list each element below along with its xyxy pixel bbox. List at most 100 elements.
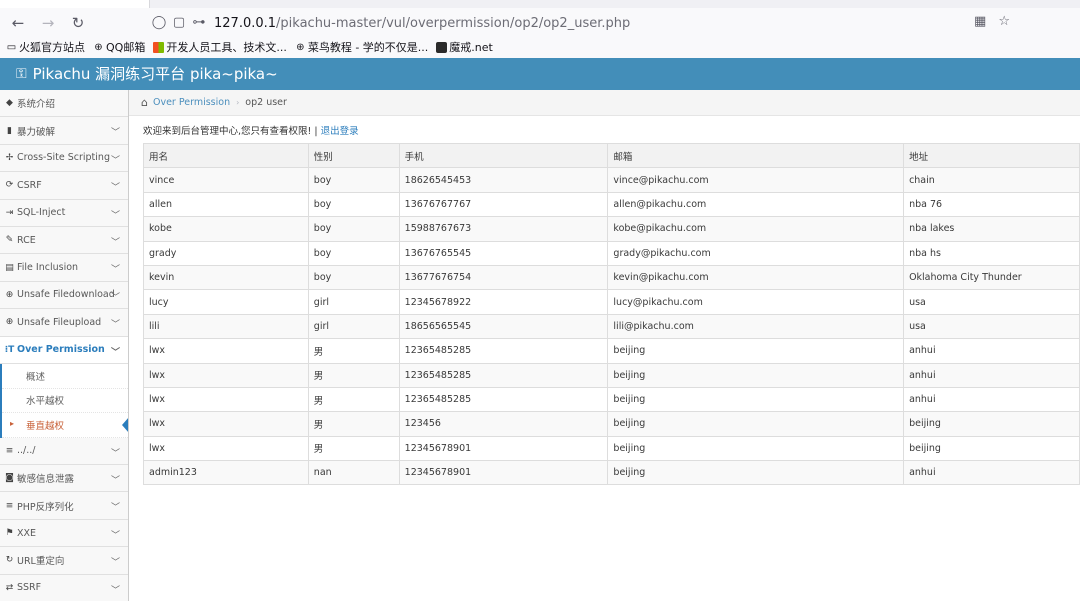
url-text[interactable]: 127.0.0.1/pikachu-master/vul/overpermiss… xyxy=(214,16,630,31)
chevron-down-icon[interactable]: ﹀ xyxy=(111,180,120,193)
table-cell: lucy@pikachu.com xyxy=(607,289,905,315)
sidebar-item[interactable]: ⇄ SSRF ﹀ xyxy=(0,574,128,601)
table-cell: Oklahoma City Thunder xyxy=(903,264,1080,291)
sidebar-item[interactable]: ≡ ../../ ﹀ xyxy=(0,437,128,466)
table-cell: anhui xyxy=(903,386,1080,413)
nav-buttons: ← → ↻ xyxy=(8,12,88,34)
sidebar-item[interactable]: ⟳ CSRF ﹀ xyxy=(0,172,128,200)
chevron-down-icon[interactable]: ﹀ xyxy=(111,125,120,138)
sidebar-item[interactable]: ≡ PHP反序列化 ﹀ xyxy=(0,492,128,520)
sidebar-item-label: PHP反序列化 xyxy=(17,501,74,513)
sidebar-item[interactable]: ↻ URL重定向 ﹀ xyxy=(0,547,128,575)
bookmark-item[interactable]: ▭ 火狐官方站点 xyxy=(6,39,85,55)
sidebar-item-icon: ▤ xyxy=(5,262,14,273)
table-cell: beijing xyxy=(607,460,905,486)
sidebar-item-label: Over Permission xyxy=(17,344,105,356)
sidebar-item[interactable]: ▤ File Inclusion ﹀ xyxy=(0,254,128,282)
sidebar-item-label: Unsafe Fileupload xyxy=(17,316,102,328)
table-body: vince boy 18626545453 vince@pikachu.com chai… xyxy=(143,167,1080,486)
table-cell: 15988767673 xyxy=(398,216,609,242)
table-cell: lwx xyxy=(143,435,309,462)
chevron-down-icon[interactable]: ﹀ xyxy=(111,446,120,459)
grid-icon xyxy=(153,41,165,53)
table-cell: nba hs xyxy=(903,240,1080,266)
table-cell: usa xyxy=(903,313,1080,340)
back-arrow-icon[interactable]: ← xyxy=(8,13,28,33)
sidebar-item[interactable]: ◙ 敏感信息泄露 ﹀ xyxy=(0,465,128,493)
key-icon: ⚿ xyxy=(16,66,27,82)
table-cell: lwx xyxy=(143,411,309,437)
submenu-item[interactable]: 概述 xyxy=(2,363,128,389)
breadcrumb-link[interactable]: Over Permission xyxy=(153,97,230,108)
url-path: /pikachu-master/vul/overpermission/op2/o… xyxy=(276,15,631,31)
sidebar-item-icon: ≡ xyxy=(5,445,14,456)
table-row: lwx 男 123456 beijing beijing xyxy=(143,411,1080,437)
sidebar-item[interactable]: ◆ 系统介绍 xyxy=(0,90,128,118)
chevron-down-icon[interactable]: ﹀ xyxy=(111,262,120,275)
chevron-down-icon[interactable]: ﹀ xyxy=(111,345,120,358)
table-cell: beijing xyxy=(607,386,905,413)
bookmark-item[interactable]: 魔戒.net xyxy=(436,39,493,55)
table-row: lucy girl 12345678922 lucy@pikachu.com usa xyxy=(143,289,1080,315)
table-cell: lili@pikachu.com xyxy=(607,313,905,340)
sidebar-item-label: 系统介绍 xyxy=(17,99,56,111)
sidebar-item-label: Unsafe Filedownload xyxy=(17,289,115,301)
sidebar-item[interactable]: ⊕ Unsafe Fileupload ﹀ xyxy=(0,309,128,337)
welcome-text: 欢迎来到后台管理中心,您只有查看权限! | xyxy=(143,126,321,137)
table-cell: lwx xyxy=(143,338,309,364)
table-cell: 12365485285 xyxy=(398,338,609,364)
submenu-item[interactable]: 垂直越权 xyxy=(2,413,128,438)
bookmark-item[interactable]: 开发人员工具、技术文... xyxy=(153,39,287,55)
shield-icon[interactable]: ◯ xyxy=(150,14,168,32)
chevron-down-icon[interactable]: ﹀ xyxy=(111,500,120,513)
chevron-down-icon[interactable]: ﹀ xyxy=(111,555,120,568)
submenu-item[interactable]: 水平越权 xyxy=(2,388,128,414)
page-icon[interactable]: ▢ xyxy=(170,14,188,32)
app-title-text: Pikachu 漏洞练习平台 pika~pika~ xyxy=(32,65,278,83)
table-row: lwx 男 12365485285 beijing anhui xyxy=(143,338,1080,364)
sidebar-item-label: RCE xyxy=(17,234,36,246)
bookmark-label: QQ邮箱 xyxy=(106,41,146,54)
address-bar-actions: ▦ ☆ xyxy=(974,14,1010,29)
sidebar-item-label: 暴力破解 xyxy=(17,126,56,138)
bookmarks-bar: ▭ 火狐官方站点 ⊕ QQ邮箱 开发人员工具、技术文... ⊕ 菜鸟教程 - 学的不仅… xyxy=(6,38,493,56)
sidebar-item[interactable]: ⊕ Unsafe Filedownload ﹀ xyxy=(0,281,128,310)
app-title[interactable]: ⚿ Pikachu 漏洞练习平台 pika~pika~ xyxy=(16,63,278,85)
address-bar[interactable]: ◯ ▢ ⊶ 127.0.0.1/pikachu-master/vul/overp… xyxy=(150,11,1010,35)
active-tab[interactable] xyxy=(0,0,150,8)
chevron-down-icon[interactable]: ﹀ xyxy=(111,235,120,248)
users-table: 用名 性别 手机 邮箱 地址 vince boy 18626545453 vince@pika… xyxy=(143,142,1080,486)
bookmark-star-icon[interactable]: ☆ xyxy=(998,14,1010,29)
chevron-down-icon[interactable]: ﹀ xyxy=(111,473,120,486)
sidebar-item-icon: ⚑ xyxy=(5,528,14,539)
table-row: grady boy 13676765545 grady@pikachu.com nba … xyxy=(143,240,1080,266)
chevron-down-icon[interactable]: ﹀ xyxy=(111,290,120,303)
logout-link[interactable]: 退出登录 xyxy=(321,126,359,137)
table-cell: anhui xyxy=(903,338,1080,364)
sidebar-item[interactable]: ✢ Cross-Site Scripting ﹀ xyxy=(0,144,128,173)
sidebar-item[interactable]: ⁝T Over Permission ﹀ xyxy=(0,336,128,364)
sidebar-item[interactable]: ▮ 暴力破解 ﹀ xyxy=(0,117,128,145)
chevron-down-icon[interactable]: ﹀ xyxy=(111,528,120,541)
bookmark-item[interactable]: ⊕ QQ邮箱 xyxy=(93,39,145,55)
sidebar-item-label: ../../ xyxy=(17,445,36,457)
sidebar-item[interactable]: ⇥ SQL-Inject ﹀ xyxy=(0,199,128,227)
sidebar-item[interactable]: ✎ RCE ﹀ xyxy=(0,226,128,255)
sidebar-item-icon: ▮ xyxy=(7,125,12,136)
chevron-down-icon[interactable]: ﹀ xyxy=(111,208,120,221)
forward-arrow-icon[interactable]: → xyxy=(38,13,58,33)
chevron-down-icon[interactable]: ﹀ xyxy=(111,583,120,596)
qr-code-icon[interactable]: ▦ xyxy=(974,14,986,29)
table-cell: anhui xyxy=(903,460,1080,486)
sidebar-item[interactable]: ⚑ XXE ﹀ xyxy=(0,519,128,548)
folder-icon: ▭ xyxy=(6,41,17,53)
bookmark-item[interactable]: ⊕ 菜鸟教程 - 学的不仅是... xyxy=(295,39,428,55)
chevron-down-icon[interactable]: ﹀ xyxy=(111,153,120,166)
reload-icon[interactable]: ↻ xyxy=(68,13,88,33)
key-permission-icon[interactable]: ⊶ xyxy=(190,14,208,32)
home-icon[interactable]: ⌂ xyxy=(141,96,148,109)
table-row: kevin boy 13677676754 kevin@pikachu.com Okla… xyxy=(143,264,1080,291)
table-cell: 13676765545 xyxy=(398,240,609,266)
chevron-down-icon[interactable]: ﹀ xyxy=(111,317,120,330)
table-cell: admin123 xyxy=(143,460,309,486)
